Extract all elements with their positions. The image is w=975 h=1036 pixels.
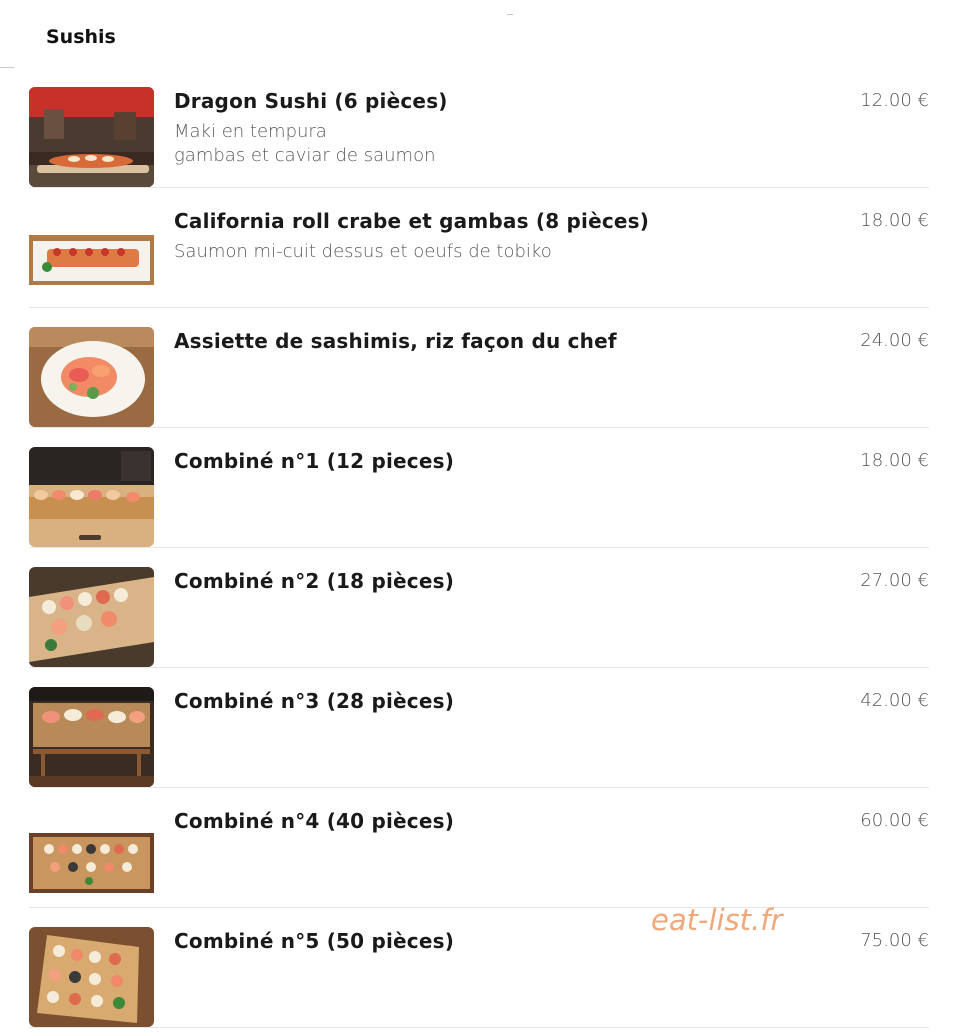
menu-item[interactable]: Combiné n°1 (12 pieces) 18.00 € — [29, 428, 929, 548]
item-price: 60.00 € — [860, 810, 929, 831]
menu-item[interactable]: Assiette de sashimis, riz façon du chef … — [29, 308, 929, 428]
california-roll-photo[interactable] — [29, 207, 154, 307]
menu-item[interactable]: Combiné n°4 (40 pièces) 60.00 € — [29, 788, 929, 908]
combine-3-photo[interactable] — [29, 687, 154, 787]
sashimi-plate-photo[interactable] — [29, 327, 154, 427]
item-name: Combiné n°1 (12 pieces) — [174, 449, 455, 473]
description-line: Saumon mi-cuit dessus et oeufs de tobiko — [174, 241, 552, 262]
item-name: Combiné n°5 (50 pièces) — [174, 929, 455, 953]
combine-1-photo[interactable] — [29, 447, 154, 547]
item-price: 27.00 € — [860, 570, 929, 591]
item-price: 24.00 € — [860, 330, 929, 351]
item-price: 18.00 € — [860, 450, 929, 471]
item-name: Dragon Sushi (6 pièces) — [174, 89, 448, 113]
menu-item[interactable]: Combiné n°5 (50 pièces) 75.00 € — [29, 908, 929, 1028]
divider — [507, 14, 513, 15]
item-price: 42.00 € — [860, 690, 929, 711]
section-title: Sushis — [46, 26, 116, 48]
combine-5-photo[interactable] — [29, 927, 154, 1027]
description-line: gambas et caviar de saumon — [174, 145, 436, 166]
item-description: Saumon mi-cuit dessus et oeufs de tobiko — [174, 240, 552, 264]
divider — [0, 67, 14, 68]
item-name: Combiné n°4 (40 pièces) — [174, 809, 455, 833]
dragon-sushi-photo[interactable] — [29, 87, 154, 187]
menu-item[interactable]: Combiné n°2 (18 pièces) 27.00 € — [29, 548, 929, 668]
description-line: Maki en tempura — [174, 121, 327, 142]
item-name: Combiné n°3 (28 pièces) — [174, 689, 455, 713]
watermark: eat-list.fr — [651, 903, 783, 937]
menu-item[interactable]: California roll crabe et gambas (8 pièce… — [29, 188, 929, 308]
item-price: 12.00 € — [860, 90, 929, 111]
item-description: Maki en tempura gambas et caviar de saum… — [174, 120, 436, 168]
combine-4-photo[interactable] — [29, 807, 154, 907]
item-name: Combiné n°2 (18 pièces) — [174, 569, 455, 593]
menu-item[interactable]: Dragon Sushi (6 pièces) Maki en tempura … — [29, 68, 929, 188]
menu-item[interactable]: Combiné n°3 (28 pièces) 42.00 € — [29, 668, 929, 788]
combine-2-photo[interactable] — [29, 567, 154, 667]
item-name: California roll crabe et gambas (8 pièce… — [174, 209, 650, 233]
item-price: 18.00 € — [860, 210, 929, 231]
menu-list: Dragon Sushi (6 pièces) Maki en tempura … — [29, 68, 929, 1028]
item-name: Assiette de sashimis, riz façon du chef — [174, 329, 617, 353]
item-price: 75.00 € — [860, 930, 929, 951]
